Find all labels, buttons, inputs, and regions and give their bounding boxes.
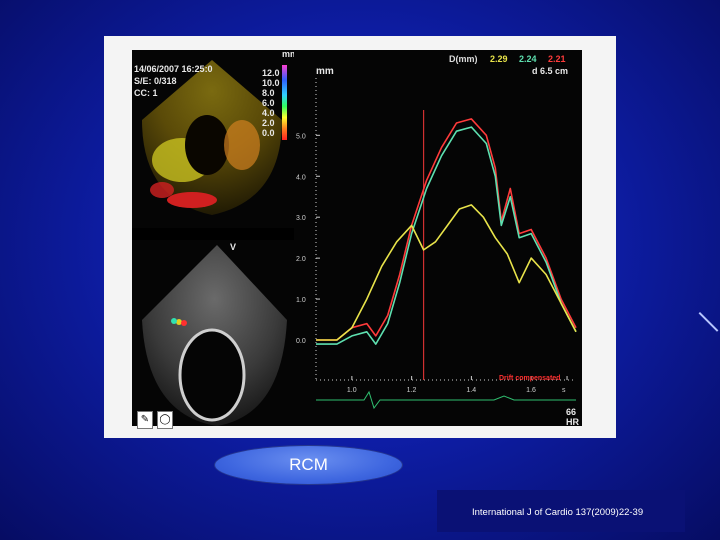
x-tick-label: 1.4	[466, 387, 476, 394]
d-value-red: 2.21	[548, 54, 566, 64]
series-line-0	[316, 118, 577, 341]
scale-tick: 2.0	[262, 118, 275, 128]
bmode-sector-svg	[142, 245, 287, 426]
scale-tick: 0.0	[262, 128, 275, 138]
scale-unit-label: mm	[282, 50, 294, 59]
displacement-plot-panel: 5.0 4.0 3.0 2.0 1.0 0.0 1.0 1.2 1.4 1.6 s D(mm) 2.…	[294, 50, 582, 426]
caption-label: RCM	[215, 446, 402, 484]
circle-icon: ◯	[157, 411, 173, 429]
y-tick-label: 0.0	[296, 338, 306, 345]
y-tick-label: 1.0	[296, 297, 306, 304]
pencil-icon: ✎	[137, 411, 153, 429]
scale-tick: 4.0	[262, 108, 275, 118]
date-time-label: 14/06/2007 16:25:0	[134, 64, 213, 74]
depth-label: d 6.5 cm	[532, 66, 569, 76]
y-tick-label: 5.0	[296, 133, 306, 140]
ventricle-outline	[178, 328, 246, 422]
plot-unit-label: mm	[316, 66, 334, 77]
ecg-trace	[316, 390, 576, 410]
scale-tick: 10.0	[262, 78, 280, 88]
hr-label: HR	[566, 417, 579, 426]
echo-image: 14/06/2007 16:25:0 S/E: 0/318 CC: 1 mm 1…	[132, 50, 582, 426]
scale-tick: 8.0	[262, 88, 275, 98]
d-label: D(mm)	[449, 54, 478, 64]
scale-tick: 12.0	[262, 68, 280, 78]
x-tick-label: 1.6	[526, 387, 536, 394]
decorative-line	[698, 312, 719, 332]
scale-tick: 6.0	[262, 98, 275, 108]
x-tick-label: s	[562, 387, 566, 394]
hr-value: 66	[566, 407, 577, 417]
citation-text: International J of Cardio 137(2009)22-39	[472, 507, 644, 518]
s-e-label: S/E: 0/318	[134, 76, 177, 86]
y-tick-label: 2.0	[296, 256, 306, 263]
tdi-panel: 14/06/2007 16:25:0 S/E: 0/318 CC: 1 mm 1…	[132, 50, 294, 228]
displacement-chart: 5.0 4.0 3.0 2.0 1.0 0.0 1.0 1.2 1.4 1.6 s	[296, 78, 577, 410]
d-value-yellow: 2.29	[490, 54, 508, 64]
x-tick-label: 1.0	[347, 387, 357, 394]
d-value-green: 2.24	[519, 54, 537, 64]
color-scale-bar	[282, 65, 287, 140]
series-line-2	[316, 204, 577, 341]
y-tick-label: 3.0	[296, 215, 306, 222]
series-line-1	[316, 126, 577, 345]
v-marker-label: V	[230, 242, 237, 252]
y-tick-label: 4.0	[296, 174, 306, 181]
drift-annotation: Drift compensated	[499, 375, 561, 382]
x-tick-label: 1.2	[407, 387, 417, 394]
scale-ticks: 12.0 10.0 8.0 6.0 4.0 2.0 0.0	[262, 68, 280, 138]
cc-label: CC: 1	[134, 88, 158, 98]
bmode-panel: V	[132, 240, 294, 426]
echo-tool-icons: ✎ ◯	[137, 411, 173, 429]
